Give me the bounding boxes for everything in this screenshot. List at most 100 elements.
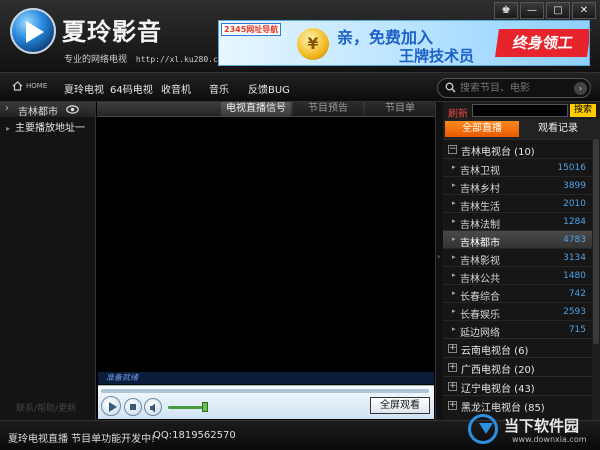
ad-line-2: 王牌技术员: [399, 47, 475, 65]
channel-name: 吉林卫视: [460, 166, 500, 177]
nav-item-64-tv[interactable]: 64码电视: [110, 81, 153, 96]
current-channel-label: 吉林都市: [18, 107, 58, 118]
viewer-count: 1284: [563, 217, 586, 227]
channel-item[interactable]: ▸ 长春娱乐 2593: [443, 302, 600, 321]
watermark: 当下软件园 www.downxia.com: [468, 412, 598, 448]
channel-item[interactable]: ▸ 吉林影视 3134: [443, 248, 600, 267]
viewer-count: 3134: [563, 253, 586, 263]
group-item[interactable]: + 云南电视台 (6): [443, 338, 600, 357]
coin-icon: ¥: [297, 28, 329, 60]
channel-name: 吉林生活: [460, 202, 500, 213]
channel-item[interactable]: ▸ 长春综合 742: [443, 284, 600, 303]
chevron-right-icon[interactable]: ›: [5, 103, 9, 114]
watermark-logo-icon: [468, 414, 498, 444]
viewer-count: 2010: [563, 199, 586, 209]
channel-item[interactable]: ▸ 吉林法制 1284: [443, 212, 600, 231]
app-slogan: 专业的网络电视 http://xl.ku280.com: [64, 52, 227, 65]
status-message: 夏玲电视直播 节目单功能开发中!: [8, 434, 156, 445]
viewer-count: 3899: [563, 181, 586, 191]
nav-item-feedback[interactable]: 反馈BUG: [248, 81, 290, 96]
channel-tabs: 全部直播 观看记录: [443, 119, 600, 139]
app-name: 夏玲影音: [62, 17, 162, 46]
slogan-text: 专业的网络电视: [64, 55, 128, 65]
ad-banner[interactable]: 2345网址导航 ¥ 亲，免费加入 王牌技术员 终身领工: [218, 20, 590, 66]
channel-item[interactable]: ▸ 吉林生活 2010: [443, 194, 600, 213]
nav-item-music[interactable]: 音乐: [209, 81, 229, 96]
channel-search-input[interactable]: [472, 104, 568, 117]
collapse-arrow-icon[interactable]: ›: [437, 252, 440, 261]
video-screen[interactable]: [97, 118, 435, 372]
channel-item[interactable]: ▸ 吉林乡村 3899: [443, 176, 600, 195]
nav-item-radio[interactable]: 收音机: [161, 81, 191, 96]
source-item[interactable]: 主要播放地址一: [6, 119, 85, 134]
nav-bar: HOME 夏玲电视 64码电视 收音机 音乐 反馈BUG ›: [0, 72, 600, 102]
tab-program-preview[interactable]: 节目预告: [293, 102, 363, 116]
close-button[interactable]: ✕: [572, 2, 596, 19]
tab-program-list[interactable]: 节目单: [365, 102, 435, 116]
group-jilin[interactable]: − 吉林电视台 (10): [443, 139, 600, 158]
channel-search-button[interactable]: 搜索: [570, 104, 596, 117]
panel-splitter[interactable]: ›: [435, 102, 443, 420]
player-area: 电视直播信号 节目预告 节目单 准备就绪 全屏观看: [97, 102, 435, 420]
nav-home-label: HOME: [26, 82, 48, 90]
group-item[interactable]: + 辽宁电视台 (43): [443, 376, 600, 395]
triangle-right-icon: ▸: [452, 235, 456, 243]
channel-name: 吉林法制: [460, 220, 500, 231]
other-groups: + 云南电视台 (6) + 广西电视台 (20) + 辽宁电视台 (43) + 黑龙江电视台 …: [443, 338, 600, 414]
nav-item-xialing-tv[interactable]: 夏玲电视: [64, 81, 104, 96]
channel-item[interactable]: ▸ 吉林公共 1480: [443, 266, 600, 285]
scrollbar-thumb[interactable]: [593, 139, 599, 344]
viewer-count: 15016: [557, 163, 586, 173]
ad-tag: 2345网址导航: [221, 23, 282, 36]
title-bar: 夏玲影音 专业的网络电视 http://xl.ku280.com 2345网址导…: [0, 0, 600, 72]
play-button[interactable]: [101, 396, 121, 416]
group-name: 吉林电视台 (10): [461, 147, 535, 158]
expand-icon[interactable]: +: [448, 344, 457, 353]
collapse-icon[interactable]: −: [448, 145, 457, 154]
group-item[interactable]: + 广西电视台 (20): [443, 357, 600, 376]
search-box: ›: [437, 78, 591, 98]
stop-button[interactable]: [124, 398, 142, 416]
refresh-button[interactable]: 刷新: [448, 105, 468, 120]
eye-icon[interactable]: [66, 105, 79, 114]
window-controls: ♚ — □ ✕: [494, 2, 596, 19]
channel-item[interactable]: ▸ 吉林卫视 15016: [443, 158, 600, 177]
viewer-count: 715: [568, 325, 586, 335]
nav-home[interactable]: HOME: [12, 81, 47, 91]
player-status-strip: 准备就绪: [98, 372, 434, 384]
channel-item[interactable]: ▸ 吉林都市 4783: [443, 230, 600, 249]
progress-bar[interactable]: [101, 389, 429, 393]
triangle-right-icon: ▸: [452, 217, 456, 225]
channel-scrollbar[interactable]: [592, 139, 600, 420]
app-url[interactable]: http://xl.ku280.com: [136, 55, 228, 64]
maximize-button[interactable]: □: [546, 2, 570, 19]
playlist-panel: › 吉林都市 主要播放地址一 联系/帮助/更新: [0, 102, 96, 420]
group-name: 辽宁电视台 (43): [461, 384, 535, 395]
expand-icon[interactable]: +: [448, 382, 457, 391]
current-channel-header: › 吉林都市: [0, 102, 95, 118]
channel-item[interactable]: ▸ 延边网络 715: [443, 320, 600, 339]
tab-all-live[interactable]: 全部直播: [445, 121, 519, 137]
search-go-button[interactable]: ›: [574, 82, 587, 95]
channel-name: 吉林乡村: [460, 184, 500, 195]
expand-icon[interactable]: +: [448, 363, 457, 372]
tab-live-signal[interactable]: 电视直播信号: [221, 102, 291, 116]
channel-name: 吉林影视: [460, 256, 500, 267]
expand-icon[interactable]: +: [448, 401, 457, 410]
triangle-right-icon: ▸: [452, 289, 456, 297]
fullscreen-button[interactable]: 全屏观看: [370, 397, 430, 414]
volume-thumb[interactable]: [202, 402, 208, 412]
home-icon: [12, 81, 23, 91]
skin-button[interactable]: ♚: [494, 2, 518, 19]
tab-history[interactable]: 观看记录: [521, 121, 595, 137]
channel-panel: 刷新 搜索 全部直播 观看记录 − 吉林电视台 (10) ▸ 吉林卫视 15016 ▸…: [443, 102, 600, 420]
channel-name: 长春综合: [460, 292, 500, 303]
channel-search-row: 刷新 搜索: [443, 102, 600, 120]
mute-button[interactable]: [144, 398, 162, 416]
minimize-button[interactable]: —: [520, 2, 544, 19]
triangle-right-icon: ▸: [452, 307, 456, 315]
channel-name: 吉林都市: [460, 238, 500, 249]
left-footer-text: 联系/帮助/更新: [16, 404, 77, 414]
status-qq: QQ:1819562570: [153, 430, 236, 441]
search-input[interactable]: [460, 82, 568, 95]
